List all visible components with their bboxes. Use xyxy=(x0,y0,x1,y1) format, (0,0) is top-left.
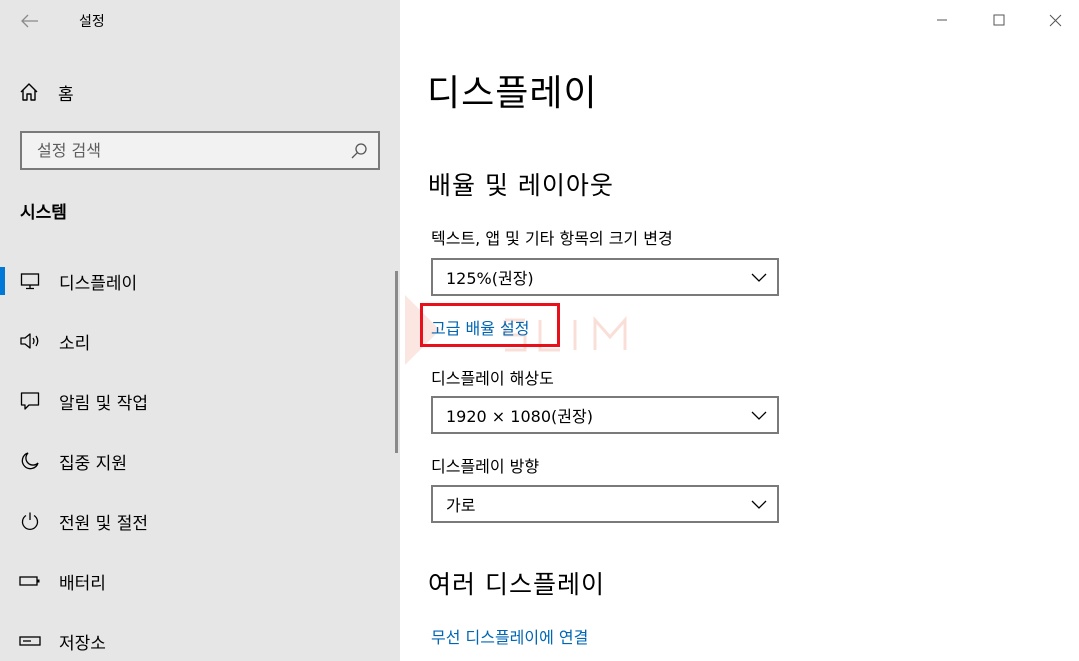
sidebar-item-label: 전원 및 절전 xyxy=(59,513,149,534)
app-title: 설정 xyxy=(79,14,105,30)
close-icon xyxy=(1049,14,1061,26)
page-title: 디스플레이 xyxy=(427,73,598,114)
power-icon xyxy=(19,510,41,532)
orientation-dropdown[interactable]: 가로 xyxy=(431,485,779,523)
scale-dropdown[interactable]: 125%(권장) xyxy=(431,258,779,296)
highlight-box xyxy=(420,303,560,347)
home-icon xyxy=(20,83,38,101)
orientation-value: 가로 xyxy=(446,496,476,515)
search-box[interactable] xyxy=(20,131,380,170)
scale-layout-heading: 배율 및 레이아웃 xyxy=(428,171,614,200)
sidebar-item-label: 알림 및 작업 xyxy=(59,393,149,414)
section-label: 시스템 xyxy=(20,203,67,223)
sidebar-item-notifications[interactable]: 알림 및 작업 xyxy=(0,371,400,431)
sidebar-item-label: 저장소 xyxy=(59,633,106,654)
minimize-button[interactable] xyxy=(918,0,966,40)
back-button[interactable] xyxy=(18,10,42,32)
search-input[interactable] xyxy=(37,141,337,160)
sidebar-item-power[interactable]: 전원 및 절전 xyxy=(0,491,400,551)
sidebar-item-display[interactable]: 디스플레이 xyxy=(0,251,400,311)
resolution-label: 디스플레이 해상도 xyxy=(431,369,554,388)
sidebar-item-label: 홈 xyxy=(58,84,74,105)
moon-icon xyxy=(19,450,41,472)
storage-icon xyxy=(19,630,41,652)
orientation-label: 디스플레이 방향 xyxy=(431,457,540,476)
battery-icon xyxy=(19,570,41,592)
sidebar-scrollbar[interactable] xyxy=(395,271,398,453)
monitor-icon xyxy=(19,270,41,292)
sidebar-item-home[interactable]: 홈 xyxy=(18,78,74,106)
sidebar-item-sound[interactable]: 소리 xyxy=(0,311,400,371)
minimize-icon xyxy=(937,19,947,21)
resolution-dropdown[interactable]: 1920 × 1080(권장) xyxy=(431,396,779,434)
multiple-displays-heading: 여러 디스플레이 xyxy=(428,570,605,599)
sidebar-item-label: 디스플레이 xyxy=(59,273,138,294)
sidebar-item-label: 소리 xyxy=(59,333,91,354)
search-icon[interactable] xyxy=(350,142,368,160)
chevron-down-icon xyxy=(751,273,767,282)
chevron-down-icon xyxy=(751,411,767,420)
wireless-display-link[interactable]: 무선 디스플레이에 연결 xyxy=(431,624,588,648)
chevron-down-icon xyxy=(751,500,767,509)
speaker-icon xyxy=(19,330,41,352)
sidebar-item-label: 배터리 xyxy=(59,573,106,594)
sidebar-item-focus-assist[interactable]: 집중 지원 xyxy=(0,431,400,491)
scale-value: 125%(권장) xyxy=(446,269,534,288)
maximize-icon xyxy=(993,14,1005,26)
back-arrow-icon xyxy=(21,14,38,28)
sidebar-item-battery[interactable]: 배터리 xyxy=(0,551,400,611)
notification-icon xyxy=(19,390,41,412)
sidebar-item-storage[interactable]: 저장소 xyxy=(0,611,400,661)
sidebar-nav: 디스플레이 소리 알림 및 작업 집중 지원 전원 및 절전 배터리 저장소 xyxy=(0,251,400,661)
maximize-button[interactable] xyxy=(975,0,1023,40)
close-button[interactable] xyxy=(1031,0,1079,40)
sidebar: 설정 홈 시스템 디스플레이 소리 xyxy=(0,0,400,661)
sidebar-item-label: 집중 지원 xyxy=(59,453,127,474)
scale-label: 텍스트, 앱 및 기타 항목의 크기 변경 xyxy=(431,229,673,248)
resolution-value: 1920 × 1080(권장) xyxy=(446,407,593,426)
